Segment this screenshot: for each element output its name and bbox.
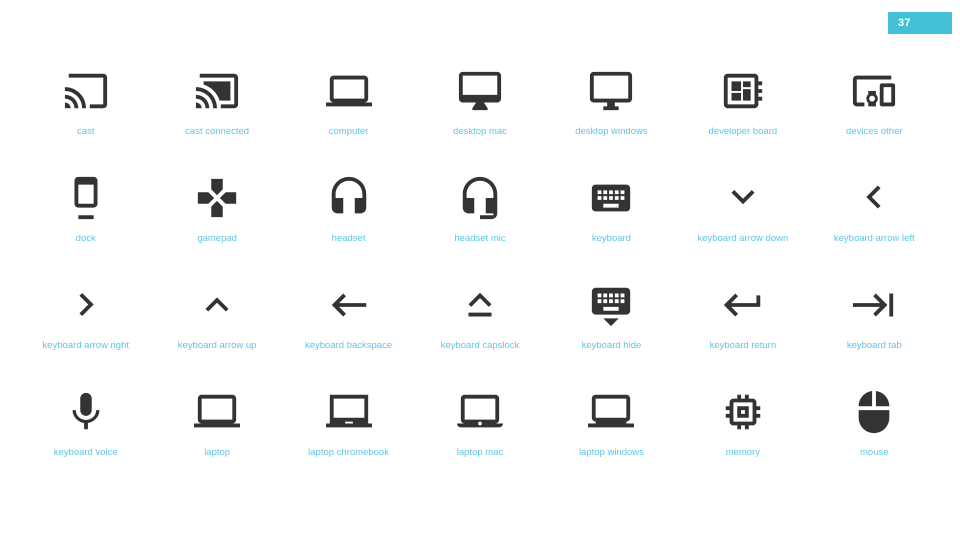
icon-cell-desktop-mac[interactable]: desktop mac: [414, 62, 545, 169]
icon-label: keyboard hide: [581, 340, 642, 351]
mouse-icon: [851, 383, 897, 441]
icon-label: cast connected: [185, 126, 250, 137]
icon-cell-laptop-mac[interactable]: laptop mac: [414, 383, 545, 490]
icon-label: developer board: [708, 126, 778, 137]
icon-label: keyboard voice: [53, 447, 118, 458]
icon-label: keyboard backspace: [304, 340, 393, 351]
icon-label: devices other: [846, 126, 903, 137]
icon-label: laptop chromebook: [308, 447, 389, 458]
icon-cell-keyboard-arrow-right[interactable]: keyboard arrow right: [20, 276, 151, 383]
icon-cell-keyboard-capslock[interactable]: keyboard capslock: [414, 276, 545, 383]
icon-cell-headset-mic[interactable]: headset mic: [414, 169, 545, 276]
keyboard-voice-icon: [63, 383, 109, 441]
page-number-badge: 37: [888, 12, 952, 34]
cast-connected-icon: [194, 62, 240, 120]
icon-label: keyboard arrow up: [177, 340, 257, 351]
keyboard-arrow-up-icon: [194, 276, 240, 334]
icon-cell-developer-board[interactable]: developer board: [677, 62, 808, 169]
icon-cell-computer[interactable]: computer: [283, 62, 414, 169]
icon-cell-laptop[interactable]: laptop: [151, 383, 282, 490]
icon-cell-keyboard-tab[interactable]: keyboard tab: [809, 276, 940, 383]
icon-cell-devices-other[interactable]: devices other: [809, 62, 940, 169]
keyboard-tab-icon: [851, 276, 897, 334]
headset-mic-icon: [457, 169, 503, 227]
icon-label: computer: [328, 126, 369, 137]
computer-icon: [325, 62, 372, 120]
developer-board-icon: [720, 62, 766, 120]
keyboard-backspace-icon: [326, 276, 372, 334]
gamepad-icon: [194, 169, 240, 227]
icon-cell-laptop-windows[interactable]: laptop windows: [546, 383, 677, 490]
icon-cell-gamepad[interactable]: gamepad: [151, 169, 282, 276]
icon-cell-keyboard-hide[interactable]: keyboard hide: [546, 276, 677, 383]
keyboard-capslock-icon: [457, 276, 503, 334]
keyboard-arrow-down-icon: [720, 169, 766, 227]
icon-cell-keyboard-backspace[interactable]: keyboard backspace: [283, 276, 414, 383]
icon-label: memory: [725, 447, 760, 458]
icon-label: headset: [331, 233, 366, 244]
icon-cell-mouse[interactable]: mouse: [809, 383, 940, 490]
icon-cell-dock[interactable]: dock: [20, 169, 151, 276]
memory-icon: [720, 383, 766, 441]
icon-label: keyboard arrow down: [697, 233, 789, 244]
icon-label: gamepad: [197, 233, 237, 244]
laptop-chromebook-icon: [325, 383, 372, 441]
icon-label: keyboard capslock: [440, 340, 520, 351]
icon-cell-memory[interactable]: memory: [677, 383, 808, 490]
icon-label: cast: [76, 126, 95, 137]
icon-cell-laptop-chromebook[interactable]: laptop chromebook: [283, 383, 414, 490]
icon-label: keyboard return: [709, 340, 777, 351]
icon-label: keyboard tab: [846, 340, 902, 351]
keyboard-arrow-right-icon: [63, 276, 109, 334]
icon-cell-keyboard-voice[interactable]: keyboard voice: [20, 383, 151, 490]
icon-label: keyboard arrow left: [833, 233, 915, 244]
icon-label: dock: [75, 233, 96, 244]
icon-cell-desktop-windows[interactable]: desktop windows: [546, 62, 677, 169]
icon-cell-keyboard-arrow-down[interactable]: keyboard arrow down: [677, 169, 808, 276]
icon-label: desktop mac: [453, 126, 507, 137]
icon-label: laptop windows: [578, 447, 644, 458]
page-number-text: 37: [898, 17, 911, 29]
icon-label: headset mic: [454, 233, 506, 244]
laptop-mac-icon: [456, 383, 503, 441]
desktop-mac-icon: [457, 62, 503, 120]
dock-icon: [63, 169, 109, 227]
icon-label: keyboard: [591, 233, 631, 244]
icon-label: keyboard arrow right: [42, 340, 130, 351]
icon-label: mouse: [860, 447, 889, 458]
icon-cell-headset[interactable]: headset: [283, 169, 414, 276]
icon-cell-keyboard[interactable]: keyboard: [546, 169, 677, 276]
keyboard-return-icon: [720, 276, 766, 334]
icon-cell-cast-connected[interactable]: cast connected: [151, 62, 282, 169]
desktop-windows-icon: [588, 62, 634, 120]
laptop-icon: [194, 383, 241, 441]
cast-icon: [63, 62, 109, 120]
icon-label: laptop mac: [456, 447, 504, 458]
keyboard-arrow-left-icon: [851, 169, 897, 227]
keyboard-icon: [588, 169, 634, 227]
icon-cell-keyboard-arrow-up[interactable]: keyboard arrow up: [151, 276, 282, 383]
icon-cell-keyboard-return[interactable]: keyboard return: [677, 276, 808, 383]
icon-cell-cast[interactable]: cast: [20, 62, 151, 169]
laptop-windows-icon: [588, 383, 635, 441]
icon-label: laptop: [204, 447, 231, 458]
icon-label: desktop windows: [575, 126, 648, 137]
headset-icon: [326, 169, 372, 227]
icon-grid: cast cast connected computer desktop mac des…: [20, 62, 940, 490]
icon-cell-keyboard-arrow-left[interactable]: keyboard arrow left: [809, 169, 940, 276]
devices-other-icon: [851, 62, 897, 120]
keyboard-hide-icon: [588, 276, 634, 334]
